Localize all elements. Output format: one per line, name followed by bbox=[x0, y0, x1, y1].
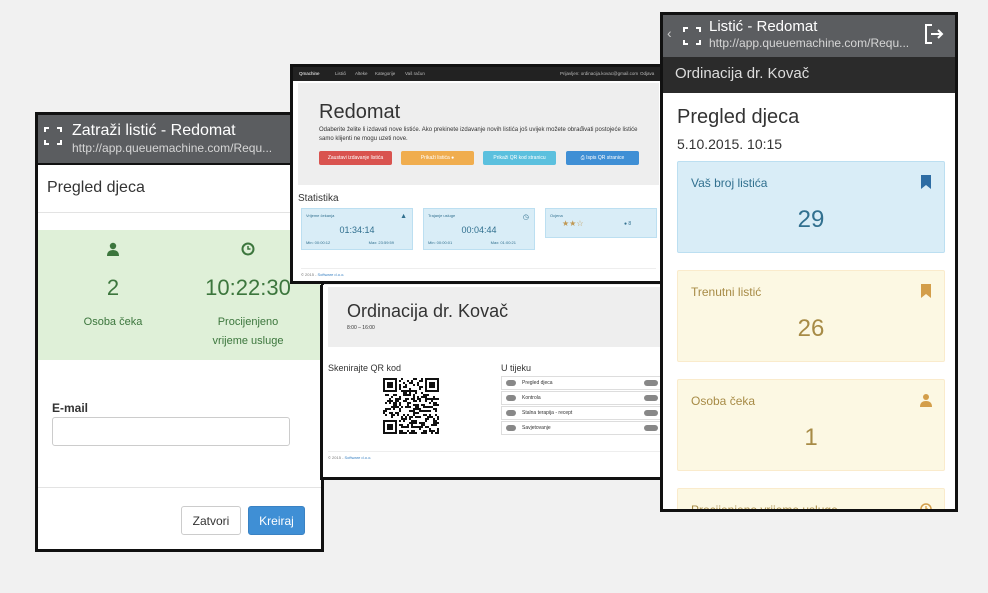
create-button[interactable]: Kreiraj bbox=[248, 506, 305, 535]
qr-title: Skenirajte QR kod bbox=[328, 363, 402, 373]
stop-issuing-button[interactable]: Zaustavi izdavanje listića bbox=[319, 151, 392, 165]
left-phone-window: Zatraži listić - Redomat http://app.queu… bbox=[35, 112, 324, 552]
bookmark-icon bbox=[921, 284, 931, 298]
show-qr-page-label: Prikaži QR kod stranicu bbox=[493, 155, 546, 161]
service-time-label: Trajanje usluge bbox=[428, 213, 456, 218]
user-icon bbox=[920, 394, 932, 407]
service-item[interactable]: Pregled djeca bbox=[501, 376, 662, 390]
exit-icon[interactable] bbox=[923, 23, 945, 45]
service-time-card: Trajanje usluge ◷ 00:04:44 Min: 00:00:01… bbox=[423, 208, 535, 250]
show-tickets-label: Prikaži listića bbox=[420, 155, 450, 161]
footer: © 2015 - Software d.o.o. bbox=[328, 451, 662, 460]
clock-icon bbox=[920, 503, 932, 509]
current-ticket-label: Trenutni listić bbox=[691, 285, 762, 299]
wait-time-min: Min: 00:00:12 bbox=[306, 240, 331, 245]
service-time-min: Min: 00:00:01 bbox=[428, 240, 453, 245]
wait-time-value: 01:34:14 bbox=[339, 225, 375, 235]
modal-footer-divider bbox=[38, 487, 321, 488]
browser-bar: Zatraži listić - Redomat http://app.queu… bbox=[38, 115, 321, 165]
footer-link[interactable]: Software d.o.o. bbox=[345, 455, 372, 460]
estimated-time-card: Procijenjeno vrijeme usluge bbox=[677, 488, 945, 512]
estimated-time-label: Procijenjeno vrijeme usluge bbox=[691, 503, 838, 512]
rating-card: Ocjena ★★☆ ● 8 bbox=[545, 208, 657, 238]
app-description: Odaberite želite li izdavati nove listić… bbox=[319, 127, 638, 142]
ticket-date: 5.10.2015. 10:15 bbox=[677, 136, 783, 152]
service-item[interactable]: Kontrola bbox=[501, 391, 662, 405]
right-phone-window: ‹ Listić - Redomat http://app.queuemachi… bbox=[660, 12, 958, 512]
nav-item-tickets[interactable]: Listići bbox=[335, 71, 346, 76]
show-tickets-button[interactable]: Prikaži listića ● bbox=[401, 151, 474, 165]
url-text: http://app.queuemachine.com/Requ... bbox=[72, 141, 273, 155]
page-title: Pregled djeca bbox=[677, 106, 800, 128]
window-title: Zatraži listić - Redomat bbox=[72, 122, 236, 139]
brand-logo[interactable]: Qmachine bbox=[299, 71, 320, 76]
url-text: http://app.queuemachine.com/Requ... bbox=[709, 36, 910, 50]
wait-time-card: Vrijeme čekanja ▲ 01:34:14 Min: 00:00:12… bbox=[301, 208, 413, 250]
nav-item-account[interactable]: Vaš račun bbox=[405, 71, 425, 76]
browser-bar: ‹ Listić - Redomat http://app.queuemachi… bbox=[663, 15, 955, 57]
rating-count: ● 8 bbox=[624, 221, 632, 227]
your-ticket-label: Vaš broj listića bbox=[691, 176, 768, 190]
nav-item-categories[interactable]: Kategorije bbox=[375, 71, 395, 76]
desktop-admin-window: Qmachine Listići Alteke Kategorije Vaš r… bbox=[290, 64, 665, 284]
fullscreen-icon[interactable] bbox=[44, 127, 62, 145]
people-waiting-card: Osoba čeka 1 bbox=[677, 379, 945, 471]
rating-stars: ★★☆ bbox=[562, 219, 584, 228]
service-item[interactable]: Savjetovanje bbox=[501, 421, 662, 435]
service-time-value: 00:04:44 bbox=[461, 225, 497, 235]
close-button[interactable]: Zatvori bbox=[181, 506, 241, 535]
current-ticket-card: Trenutni listić 26 bbox=[677, 270, 945, 362]
office-subheader: Ordinacija dr. Kovač bbox=[663, 57, 955, 93]
stop-issuing-label: Zaustavi izdavanje listića bbox=[327, 155, 384, 161]
qr-code-image bbox=[383, 378, 439, 434]
clock-icon bbox=[241, 242, 255, 256]
bookmark-icon bbox=[921, 175, 931, 189]
footer-link[interactable]: Software d.o.o. bbox=[318, 272, 345, 277]
user-icon bbox=[107, 242, 119, 256]
estimated-time-label: Procijenjeno vrijeme usluge bbox=[212, 316, 284, 347]
waiting-label: Osoba čeka bbox=[83, 316, 143, 328]
waiting-count: 2 bbox=[106, 275, 120, 300]
user-icon: ▲ bbox=[400, 213, 407, 220]
print-qr-label: Ispis QR stranice bbox=[586, 155, 625, 161]
navbar: Qmachine Listići Alteke Kategorije Vaš r… bbox=[293, 67, 662, 81]
window-title: Listić - Redomat bbox=[709, 18, 818, 35]
footer: © 2015 - Software d.o.o. bbox=[301, 268, 656, 277]
rating-label: Ocjena bbox=[550, 213, 563, 218]
your-ticket-number: 29 bbox=[797, 206, 825, 233]
queue-stats-panel: 2 Osoba čeka 10:22:30 Procijenjeno vrije… bbox=[38, 230, 321, 360]
nav-logout[interactable]: Odjava bbox=[640, 71, 654, 76]
office-header: Ordinacija dr. Kovač 8:00 – 16:00 bbox=[328, 287, 662, 347]
app-title: Redomat bbox=[319, 101, 401, 123]
your-ticket-card: Vaš broj listića 29 bbox=[677, 161, 945, 253]
waiting-stat: 2 Osoba čeka bbox=[43, 242, 183, 332]
email-label: E-mail bbox=[52, 401, 89, 415]
email-field[interactable] bbox=[52, 417, 290, 446]
hero-panel: Redomat Odaberite želite li izdavati nov… bbox=[298, 83, 659, 185]
fullscreen-icon[interactable] bbox=[683, 27, 701, 45]
people-waiting-label: Osoba čeka bbox=[691, 394, 756, 408]
people-waiting-count: 1 bbox=[804, 424, 818, 451]
desktop-qr-window: Ordinacija dr. Kovač 8:00 – 16:00 Skenir… bbox=[320, 285, 665, 480]
office-hours: 8:00 – 16:00 bbox=[347, 325, 375, 331]
nav-user: Prijavljen: ordinacija.kovac@gmail.com bbox=[560, 71, 639, 76]
statistics-title: Statistika bbox=[298, 193, 339, 204]
current-ticket-number: 26 bbox=[797, 315, 825, 342]
print-qr-button[interactable]: ⎙ Ispis QR stranice bbox=[566, 151, 639, 165]
show-qr-page-button[interactable]: Prikaži QR kod stranicu bbox=[483, 151, 556, 165]
office-title: Ordinacija dr. Kovač bbox=[347, 301, 509, 321]
service-time-max: Max: 01:00:21 bbox=[490, 240, 516, 245]
clock-icon: ◷ bbox=[522, 214, 529, 221]
in-progress-title: U tijeku bbox=[501, 363, 532, 373]
back-chevron-icon[interactable]: ‹ bbox=[667, 25, 672, 41]
wait-time-max: Max: 23:59:59 bbox=[368, 240, 394, 245]
service-item[interactable]: Stalna terapija - recept bbox=[501, 406, 662, 420]
page-title: Pregled djeca bbox=[38, 165, 321, 213]
wait-time-label: Vrijeme čekanja bbox=[306, 213, 335, 218]
nav-item-alteke[interactable]: Alteke bbox=[355, 71, 368, 76]
